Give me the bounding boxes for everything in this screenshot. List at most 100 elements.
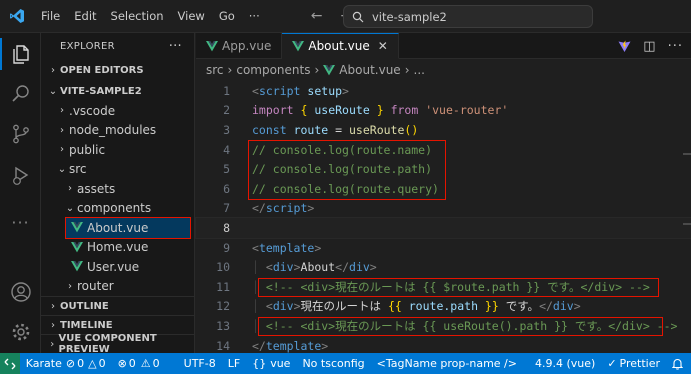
section-label: VITE-SAMPLE2	[60, 85, 142, 97]
code-line[interactable]: 9 <template>	[196, 238, 691, 258]
menu-file[interactable]: File	[34, 9, 67, 23]
editor-actions: ◫ ···	[618, 33, 683, 59]
code-line[interactable]: 5 // console.log(route.path)	[196, 159, 691, 179]
status-warnings: 0	[152, 357, 160, 370]
section-timeline[interactable]: › TIMELINE	[41, 315, 195, 334]
code-text: │ <div>現在のルートは {{ route.path }} です。</div…	[252, 299, 581, 314]
code-line[interactable]: 7 </script>	[196, 199, 691, 219]
code-text: </template>	[252, 338, 329, 353]
status-bar: Karate ⊘ 0 △ 0 ⊗ 0 ⚠ 0 UTF-8 LF {} vue N…	[0, 353, 691, 374]
tree-label: node_modules	[69, 123, 157, 138]
source-control-icon[interactable]	[0, 115, 41, 153]
line-number: 10	[216, 260, 230, 275]
status-profile[interactable]: Karate ⊘ 0 △ 0	[20, 357, 112, 370]
code-line[interactable]: 3 const route = useRoute()	[196, 120, 691, 140]
code-line[interactable]: 11 │ <!-- <div>現在のルートは {{ $route.path }}…	[196, 277, 691, 297]
code-line-current[interactable]: 8	[195, 217, 691, 239]
menu-selection[interactable]: Selection	[104, 9, 171, 23]
section-project[interactable]: ⌄ VITE-SAMPLE2	[41, 81, 194, 101]
vite-logo-icon[interactable]	[618, 40, 631, 53]
command-center-search[interactable]: vite-sample2	[343, 5, 593, 28]
chevron-right-icon: ›	[60, 144, 64, 156]
code-editor[interactable]: 1 <script setup> 2 import { useRoute } f…	[195, 81, 691, 355]
code-comment: <!-- <div>現在のルートは {{ $route.path }} です。<…	[265, 279, 650, 294]
status-version[interactable]: 4.9.4 (vue)	[529, 357, 601, 370]
tree-label: User.vue	[87, 259, 140, 274]
account-icon[interactable]	[0, 273, 41, 311]
tree-item-vscode[interactable]: › .vscode	[41, 101, 194, 121]
line-number: 13	[216, 318, 230, 333]
section-vue-component-preview[interactable]: › VUE COMPONENT PREVIEW	[41, 333, 195, 355]
code-line[interactable]: 10 │ <div>About</div>	[196, 257, 691, 277]
search-icon	[352, 11, 364, 22]
editor-area: App.vue About.vue ✕ ◫ ··· src › componen…	[195, 33, 691, 355]
menu-edit[interactable]: Edit	[67, 9, 103, 23]
braces-icon: {}	[252, 357, 267, 370]
status-prettier[interactable]: ✓ Prettier	[601, 357, 666, 370]
tree-item-router[interactable]: › router	[41, 277, 194, 297]
tree-item-src[interactable]: ⌄ src	[41, 160, 194, 180]
code-line[interactable]: 12 │ <div>現在のルートは {{ route.path }} です。</…	[196, 297, 691, 317]
status-sync-warnings: 0	[98, 357, 106, 370]
run-debug-icon[interactable]	[0, 157, 41, 195]
chevron-right-icon: ›	[51, 64, 55, 76]
code-line[interactable]: 1 <script setup>	[196, 81, 691, 101]
line-number: 1	[223, 83, 230, 98]
tree-item-assets[interactable]: › assets	[41, 179, 194, 199]
chevron-right-icon: ›	[60, 105, 64, 117]
status-language[interactable]: {} vue	[246, 357, 296, 370]
breadcrumb-more[interactable]: ...	[414, 63, 425, 77]
status-tagname[interactable]: <TagName prop-name />	[371, 357, 523, 370]
tab-app-vue[interactable]: App.vue	[196, 33, 283, 59]
code-line[interactable]: 2 import { useRoute } from 'vue-router'	[196, 101, 691, 121]
line-number: 3	[223, 122, 230, 137]
editor-tabs: App.vue About.vue ✕ ◫ ···	[196, 33, 691, 59]
split-editor-icon[interactable]: ◫	[643, 39, 655, 54]
vue-file-icon	[71, 222, 83, 233]
notifications-bell-icon[interactable]	[666, 358, 691, 370]
warning-icon: ⚠	[140, 357, 151, 370]
tree-item-components[interactable]: ⌄ components	[41, 199, 194, 219]
breadcrumb-components[interactable]: components	[236, 63, 310, 77]
line-number: 11	[216, 279, 230, 294]
menu-view[interactable]: View	[171, 9, 212, 23]
status-problems[interactable]: ⊗ 0 ⚠ 0	[112, 357, 166, 370]
explorer-files-icon[interactable]	[0, 35, 41, 73]
code-comment: // console.log(route.query)	[252, 181, 439, 196]
tree-label: Home.vue	[87, 240, 149, 255]
code-text: <script setup>	[252, 83, 349, 98]
more-views-icon[interactable]: ···	[0, 203, 41, 241]
code-text: │ <div>About</div>	[252, 260, 377, 275]
code-line[interactable]: 6 // console.log(route.query)	[196, 179, 691, 199]
editor-more-icon[interactable]: ···	[668, 39, 683, 54]
section-outline[interactable]: › OUTLINE	[41, 296, 195, 315]
back-arrow-icon[interactable]: ←	[311, 8, 323, 24]
section-open-editors[interactable]: › OPEN EDITORS	[41, 59, 194, 81]
tree-item-node-modules[interactable]: › node_modules	[41, 121, 194, 141]
command-center-text: vite-sample2	[372, 9, 447, 24]
tab-about-vue[interactable]: About.vue ✕	[282, 33, 399, 59]
explorer-more-button[interactable]: ···	[169, 39, 182, 54]
search-icon[interactable]	[0, 75, 41, 113]
tree-item-user-vue[interactable]: User.vue	[41, 257, 194, 277]
menu-more[interactable]: ···	[242, 9, 267, 23]
tree-item-home-vue[interactable]: Home.vue	[41, 238, 194, 258]
vue-file-icon	[71, 241, 83, 253]
vue-file-icon	[206, 40, 218, 51]
close-icon[interactable]: ✕	[378, 39, 388, 53]
breadcrumb-src[interactable]: src	[206, 63, 224, 77]
status-encoding[interactable]: UTF-8	[178, 357, 222, 370]
menu-go[interactable]: Go	[212, 9, 242, 23]
remote-indicator-icon[interactable]	[0, 353, 20, 374]
tree-item-public[interactable]: › public	[41, 140, 194, 160]
status-eol[interactable]: LF	[222, 357, 246, 370]
code-line[interactable]: 13 │ <!-- <div>現在のルートは {{ useRoute().pat…	[196, 316, 691, 336]
line-number: 4	[223, 142, 230, 157]
code-line[interactable]: 4 // console.log(route.name)	[196, 140, 691, 160]
scrollbar-marker	[683, 223, 691, 225]
explorer-header: EXPLORER ···	[41, 33, 194, 59]
status-tsconfig[interactable]: No tsconfig	[296, 357, 370, 370]
settings-gear-icon[interactable]	[0, 313, 41, 351]
breadcrumb-file[interactable]: About.vue	[339, 63, 400, 77]
tree-item-about-vue[interactable]: About.vue	[65, 217, 191, 239]
